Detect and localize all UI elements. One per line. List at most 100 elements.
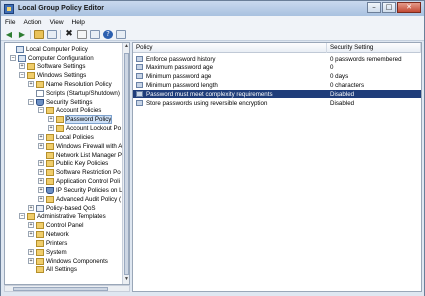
menu-help[interactable]: Help	[72, 19, 85, 26]
tree-item[interactable]: − Computer Configuration	[10, 54, 94, 62]
tree-item[interactable]: + Public Key Policies	[38, 159, 108, 167]
tree-item[interactable]: − Security Settings	[28, 98, 92, 106]
status-bar	[1, 292, 424, 296]
list-item[interactable]: Enforce password history 0 passwords reme…	[133, 55, 421, 63]
scroll-up-arrow-icon[interactable]: ▲	[123, 43, 129, 50]
tree-item[interactable]: + Software Restriction Po	[38, 168, 121, 176]
tree-item[interactable]: − Account Policies	[38, 106, 101, 114]
folder-icon	[46, 106, 54, 114]
title-bar[interactable]: Local Group Policy Editor – □ ✕	[1, 1, 424, 16]
policy-list[interactable]: Policy Security Setting Enforce password…	[132, 42, 422, 292]
expand-icon[interactable]: +	[28, 249, 34, 255]
tree-item[interactable]: + Local Policies	[38, 133, 94, 141]
qos-chart-icon	[36, 204, 44, 212]
forward-arrow-icon[interactable]: ▶	[17, 30, 27, 39]
expand-icon[interactable]: +	[38, 134, 44, 140]
tree-item[interactable]: + IP Security Policies on L	[38, 186, 123, 194]
tree-item[interactable]: Scripts (Startup/Shutdown)	[28, 89, 120, 97]
menu-bar: File Action View Help	[1, 16, 424, 28]
tree-item[interactable]: + Windows Firewall with A	[38, 142, 122, 150]
folder-icon	[46, 142, 54, 150]
tree-item[interactable]: Local Computer Policy	[8, 45, 88, 53]
expand-icon[interactable]: +	[28, 205, 34, 211]
tree-item[interactable]: + System	[28, 248, 67, 256]
policy-setting: 0 passwords remembered	[330, 55, 402, 63]
expand-icon[interactable]: +	[28, 231, 34, 237]
tree-item[interactable]: + Control Panel	[28, 221, 84, 229]
list-item-selected[interactable]: Password must meet complexity requiremen…	[133, 90, 421, 98]
scroll-thumb[interactable]	[124, 53, 129, 275]
tree-item[interactable]: + Account Lockout Po	[48, 124, 121, 132]
policy-setting: 0	[330, 63, 334, 71]
expand-icon[interactable]: +	[19, 63, 25, 69]
collapse-icon[interactable]: −	[28, 99, 34, 105]
window-title: Local Group Policy Editor	[18, 5, 104, 12]
expand-icon[interactable]: +	[38, 178, 44, 184]
collapse-icon[interactable]: −	[38, 107, 44, 113]
column-header-policy[interactable]: Policy	[133, 43, 327, 53]
tree-item[interactable]: + Windows Components	[28, 257, 108, 265]
view-icon[interactable]	[116, 29, 126, 39]
minimize-button[interactable]: –	[367, 2, 381, 13]
expand-icon[interactable]: +	[38, 169, 44, 175]
menu-view[interactable]: View	[50, 19, 64, 26]
policy-setting: Disabled	[330, 90, 355, 98]
expand-icon[interactable]: +	[28, 258, 34, 264]
tree-item-password-policy[interactable]: + Password Policy	[48, 114, 113, 124]
list-item[interactable]: Store passwords using reversible encrypt…	[133, 99, 421, 107]
menu-action[interactable]: Action	[23, 19, 41, 26]
help-icon[interactable]: ?	[103, 29, 113, 39]
collapse-icon[interactable]: −	[19, 213, 25, 219]
menu-file[interactable]: File	[5, 19, 15, 26]
expand-icon[interactable]: +	[38, 143, 44, 149]
tree-item[interactable]: + Network	[28, 230, 69, 238]
list-item[interactable]: Minimum password length 0 characters	[133, 81, 421, 89]
tree-item-label: System	[46, 248, 67, 256]
back-arrow-icon[interactable]: ◀	[4, 30, 14, 39]
close-button[interactable]: ✕	[397, 2, 421, 13]
collapse-icon[interactable]: −	[19, 72, 25, 78]
tree-item-label: Printers	[46, 239, 68, 247]
export-list-icon[interactable]	[90, 29, 100, 39]
tree-item[interactable]: + Software Settings	[19, 62, 86, 70]
tree-item-label: Security Settings	[46, 98, 93, 106]
tree-item[interactable]: + Application Control Poli	[38, 177, 120, 185]
expand-icon[interactable]: +	[48, 125, 54, 131]
delete-icon[interactable]: ✖	[64, 29, 74, 39]
tree-item-label: Account Policies	[56, 106, 102, 114]
expand-icon[interactable]: +	[28, 222, 34, 228]
expand-icon[interactable]: +	[48, 116, 54, 122]
show-hide-tree-icon[interactable]	[47, 29, 57, 39]
list-item[interactable]: Minimum password age 0 days	[133, 72, 421, 80]
tree-item-label: Network List Manager P	[56, 151, 123, 159]
tree-item[interactable]: Printers	[28, 239, 67, 247]
list-item[interactable]: Maximum password age 0	[133, 63, 421, 71]
tree-item[interactable]: + Name Resolution Policy	[28, 80, 112, 88]
tree-item[interactable]: All Settings	[28, 265, 77, 273]
collapse-icon[interactable]: −	[10, 55, 16, 61]
expand-icon[interactable]: +	[38, 160, 44, 166]
tree-item[interactable]: − Administrative Templates	[19, 212, 106, 220]
maximize-button[interactable]: □	[382, 2, 396, 13]
tree-horizontal-scrollbar[interactable]	[4, 285, 130, 292]
policy-name: Store passwords using reversible encrypt…	[146, 99, 268, 107]
tree-item[interactable]: + Advanced Audit Policy (	[38, 195, 121, 203]
toolbar-separator	[60, 29, 61, 39]
expand-icon[interactable]: +	[28, 81, 34, 87]
scroll-down-arrow-icon[interactable]: ▼	[123, 276, 129, 283]
expand-icon[interactable]: +	[38, 187, 44, 193]
policy-name: Maximum password age	[146, 63, 214, 71]
tree-item[interactable]: − Windows Settings	[19, 71, 86, 79]
up-folder-icon[interactable]	[34, 29, 44, 39]
tree-item-label: Password Policy	[64, 114, 113, 124]
properties-icon[interactable]	[77, 29, 87, 39]
tree-item[interactable]: + Policy-based QoS	[28, 204, 96, 212]
policy-name: Enforce password history	[146, 55, 216, 63]
tree-item-label: IP Security Policies on L	[56, 186, 123, 194]
tree-vertical-scrollbar[interactable]: ▲ ▼	[122, 43, 129, 284]
scroll-thumb[interactable]	[13, 287, 108, 291]
console-tree[interactable]: Local Computer Policy − Computer Configur…	[4, 42, 130, 285]
column-header-security-setting[interactable]: Security Setting	[327, 43, 421, 53]
tree-item[interactable]: Network List Manager P	[38, 151, 122, 159]
expand-icon[interactable]: +	[38, 196, 44, 202]
